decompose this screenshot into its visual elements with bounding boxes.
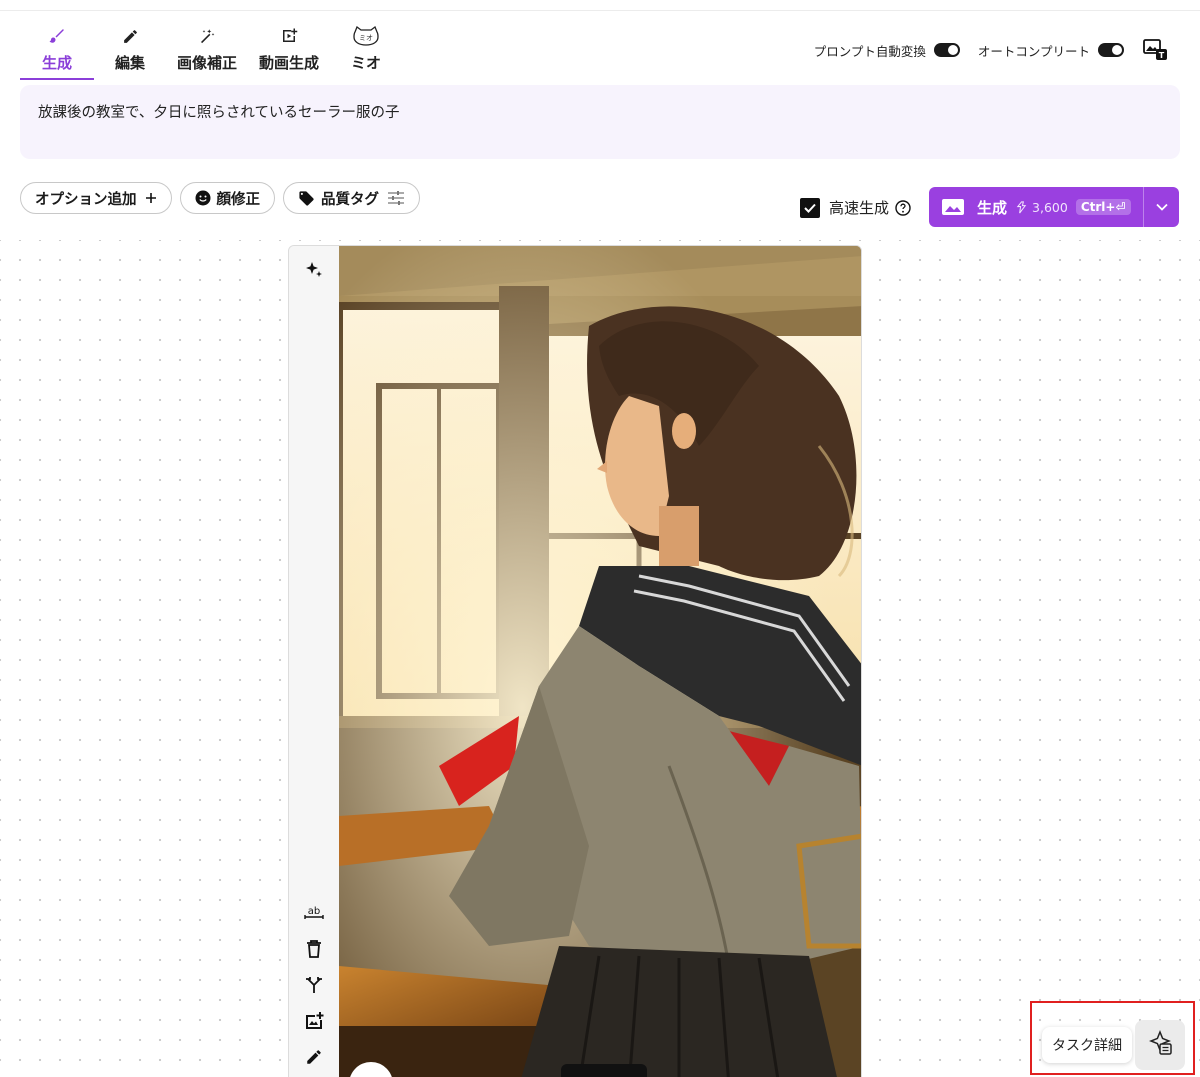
- top-divider: [0, 10, 1200, 11]
- credit-cost-value: 3,600: [1032, 199, 1068, 215]
- plus-icon: [145, 192, 157, 204]
- shortcut-badge: Ctrl+⏎: [1075, 199, 1131, 215]
- tab-generate[interactable]: 生成: [20, 22, 94, 80]
- tab-edit[interactable]: 編集: [94, 22, 166, 80]
- prompt-text: 放課後の教室で、夕日に照らされているセーラー服の子: [38, 105, 400, 121]
- svg-text:ミオ: ミオ: [359, 34, 373, 42]
- tab-label: 画像補正: [176, 54, 237, 72]
- brush-icon: [48, 26, 66, 46]
- tab-image-enhance[interactable]: 画像補正: [166, 22, 248, 80]
- tab-video-generate[interactable]: 動画生成: [248, 22, 330, 80]
- text-ab-icon[interactable]: ab: [302, 901, 326, 925]
- quality-tag-label: 品質タグ: [321, 191, 379, 208]
- tab-mio[interactable]: ミオ ミオ: [330, 22, 402, 80]
- mio-cat-icon: ミオ: [352, 26, 380, 46]
- autocomplete-label: オートコンプリート: [977, 43, 1090, 59]
- pencil-icon[interactable]: [302, 1045, 326, 1069]
- image-toolbar: ab: [289, 246, 339, 1077]
- tab-label: 動画生成: [258, 54, 319, 72]
- svg-text:T: T: [1159, 51, 1165, 60]
- smiley-icon: [195, 190, 211, 206]
- magic-wand-icon: [198, 26, 216, 46]
- highlight-box: [1030, 1001, 1195, 1075]
- prompt-convert-toggle-group: プロンプト自動変換: [814, 41, 960, 60]
- sparkle-icon[interactable]: [302, 258, 326, 282]
- image-translate-icon[interactable]: T: [1142, 36, 1170, 64]
- mode-tabs: 生成 編集 画像補正 動画生成 ミオ ミオ: [20, 22, 402, 82]
- generate-button[interactable]: 生成 3,600 Ctrl+⏎: [929, 187, 1179, 227]
- trash-icon[interactable]: [302, 937, 326, 961]
- add-option-label: オプション追加: [35, 191, 137, 208]
- face-fix-label: 顔修正: [216, 191, 261, 208]
- option-chips: オプション追加 顔修正 品質タグ: [20, 182, 428, 214]
- pencil-icon: [122, 26, 139, 46]
- credit-icon: [1016, 200, 1027, 213]
- prompt-convert-switch[interactable]: [933, 43, 960, 57]
- fast-generate-group: 高速生成: [800, 197, 911, 218]
- help-icon[interactable]: [895, 199, 911, 216]
- fork-icon[interactable]: [302, 973, 326, 997]
- generate-label: 生成: [977, 198, 1008, 217]
- image-icon: [941, 197, 965, 217]
- add-image-icon[interactable]: [302, 1009, 326, 1033]
- sliders-icon: [387, 190, 405, 206]
- prompt-input[interactable]: 放課後の教室で、夕日に照らされているセーラー服の子: [20, 85, 1180, 159]
- app-page: 生成 編集 画像補正 動画生成 ミオ ミオ プロンプト自動変換 オートコンプリー…: [0, 0, 1200, 1077]
- fast-generate-checkbox[interactable]: [800, 197, 820, 218]
- tag-icon: [298, 190, 315, 207]
- credit-cost: 3,600: [1015, 200, 1068, 215]
- image-card: ab: [288, 245, 862, 1077]
- quality-tag-button[interactable]: 品質タグ: [283, 182, 420, 214]
- header-controls: プロンプト自動変換 オートコンプリート T: [814, 36, 1170, 64]
- face-fix-button[interactable]: 顔修正: [179, 182, 275, 214]
- chevron-down-icon[interactable]: [1144, 187, 1179, 227]
- generated-image[interactable]: [339, 246, 861, 1077]
- autocomplete-switch[interactable]: [1098, 43, 1124, 57]
- fast-generate-label: 高速生成: [829, 199, 890, 217]
- autocomplete-toggle-group: オートコンプリート: [978, 41, 1124, 60]
- prompt-convert-label: プロンプト自動変換: [813, 43, 926, 59]
- video-add-icon: [280, 26, 298, 46]
- tab-label: ミオ: [350, 54, 381, 72]
- tab-label: 編集: [114, 54, 145, 72]
- tab-label: 生成: [41, 54, 72, 72]
- add-option-button[interactable]: オプション追加: [20, 182, 172, 214]
- svg-text:ab: ab: [308, 906, 320, 917]
